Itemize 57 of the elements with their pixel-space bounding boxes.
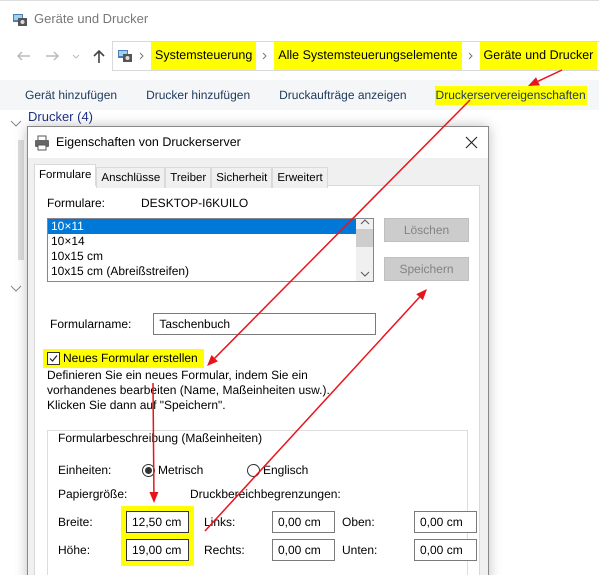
text-field[interactable]: Taschenbuch xyxy=(153,313,376,335)
control-panel-icon xyxy=(12,12,28,28)
up-arrow-icon[interactable] xyxy=(92,48,106,64)
breadcrumb-item[interactable]: Alle Systemsteuerungselemente xyxy=(274,42,462,70)
field-label: Papiergröße: xyxy=(58,487,128,502)
toolbar-button[interactable]: Druckerservereigenschaften xyxy=(434,86,587,104)
radio-icon[interactable] xyxy=(142,464,155,477)
toolbar-button[interactable]: Druckaufträge anzeigen xyxy=(278,86,408,104)
text-field[interactable]: 12,50 cm xyxy=(126,511,189,533)
field-label: Breite: xyxy=(58,514,94,530)
annotation-arrow xyxy=(528,69,562,86)
field-label: Einheiten: xyxy=(57,463,112,478)
field-label: Höhe: xyxy=(58,542,92,558)
list-item[interactable]: 10x15 cm (Abreißstreifen) xyxy=(48,264,356,279)
scrollbar[interactable] xyxy=(18,140,24,260)
text-field[interactable]: 19,00 cm xyxy=(126,539,189,561)
toolbar-button[interactable]: Drucker hinzufügen xyxy=(145,86,252,104)
text-field[interactable]: 0,00 cm xyxy=(272,539,335,561)
chevron-icon xyxy=(262,52,268,60)
group-header[interactable]: Drucker (4) xyxy=(28,109,94,124)
breadcrumb-item[interactable]: Systemsteuerung xyxy=(151,42,256,70)
scroll-up-icon[interactable] xyxy=(360,219,370,225)
tab[interactable]: Sicherheit xyxy=(211,167,272,188)
radio-button[interactable]: Metrisch xyxy=(142,463,247,478)
list-item[interactable]: 10x15 cm xyxy=(48,249,356,264)
field-label: Rechts: xyxy=(204,542,246,558)
radio-icon[interactable] xyxy=(247,464,260,477)
control-panel-icon xyxy=(117,48,133,64)
chevron-icon[interactable] xyxy=(10,285,22,292)
tab[interactable]: Treiber xyxy=(165,167,212,188)
field-label: Unten: xyxy=(342,542,378,558)
scroll-down-icon[interactable] xyxy=(360,271,370,277)
dialog-title: Eigenschaften von Druckerserver xyxy=(56,134,242,150)
list-item[interactable]: 10×14 xyxy=(48,234,356,249)
chevron-icon xyxy=(468,52,474,60)
breadcrumb-item[interactable]: Geräte und Drucker xyxy=(480,42,598,70)
field-label: Formularname: xyxy=(50,316,132,332)
chevron-icon xyxy=(139,52,145,60)
close-icon[interactable] xyxy=(465,136,478,149)
list-item[interactable]: 10×11 xyxy=(48,219,356,234)
radio-button[interactable]: Englisch xyxy=(247,463,308,478)
window-title: Geräte und Drucker xyxy=(34,11,148,28)
printer-icon xyxy=(34,134,50,150)
scrollbar[interactable] xyxy=(356,219,373,281)
toolbar-button[interactable]: Gerät hinzufügen xyxy=(24,86,118,104)
tab[interactable]: Formulare xyxy=(34,164,96,186)
tab[interactable]: Anschlüsse xyxy=(96,167,166,188)
tab[interactable]: Erweitert xyxy=(272,167,328,188)
field-label: Formulare: xyxy=(47,196,106,212)
text-field[interactable]: 0,00 cm xyxy=(414,539,477,561)
text-field[interactable]: 0,00 cm xyxy=(272,511,335,533)
checkbox[interactable]: Neues Formular erstellen xyxy=(43,349,204,368)
chevron-icon[interactable] xyxy=(10,120,22,127)
checkbox-icon[interactable] xyxy=(47,352,60,365)
field-label: Oben: xyxy=(342,514,376,530)
server-name: DESKTOP-I6KUILO xyxy=(141,196,248,212)
text-field[interactable]: 0,00 cm xyxy=(414,511,477,533)
